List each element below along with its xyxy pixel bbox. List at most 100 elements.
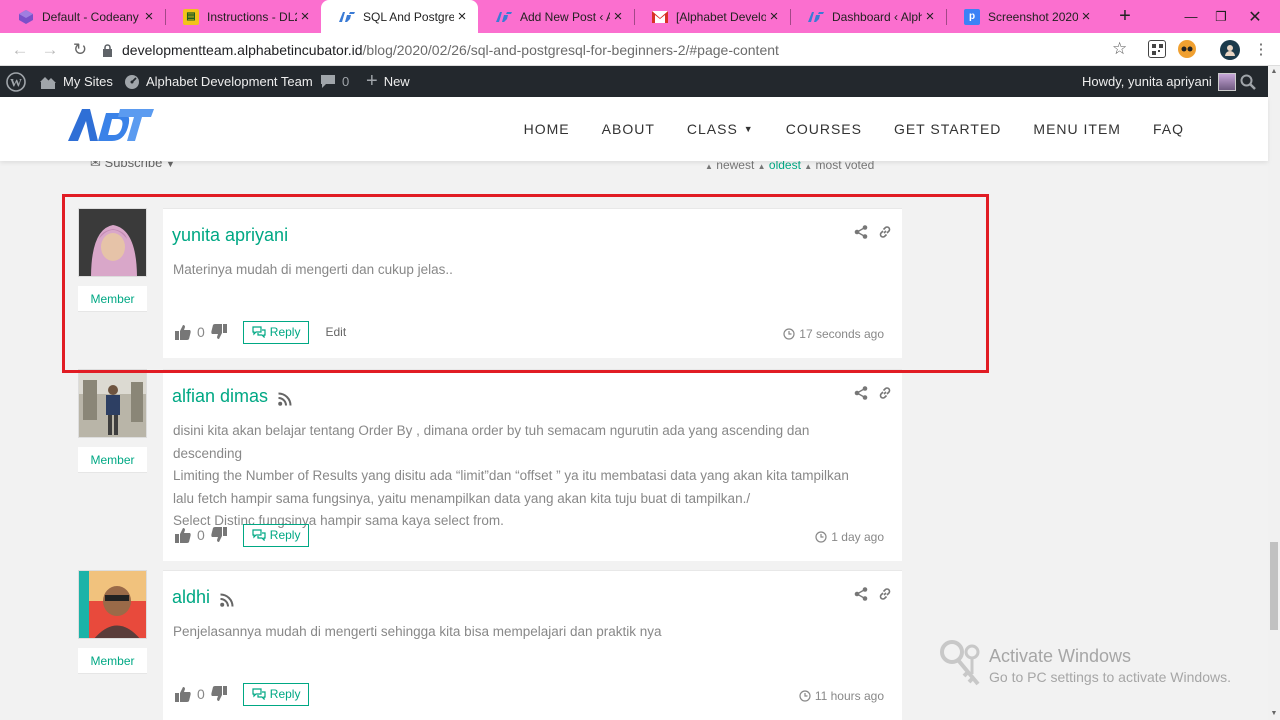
my-sites-menu[interactable]: My Sites xyxy=(39,66,113,97)
scroll-down-icon[interactable]: ▼ xyxy=(1268,708,1280,720)
new-label: New xyxy=(383,74,410,89)
nav-get-started[interactable]: GET STARTED xyxy=(894,121,1001,137)
reload-icon[interactable]: ↻ xyxy=(68,38,92,62)
key-icon xyxy=(938,640,984,688)
adt-icon xyxy=(808,9,824,25)
browser-tab[interactable]: p Screenshot 202003 × xyxy=(946,0,1102,33)
time-label[interactable]: 17 seconds ago xyxy=(799,327,884,341)
time-label[interactable]: 1 day ago xyxy=(831,530,884,544)
share-icon[interactable] xyxy=(854,386,868,400)
tab-label: Add New Post ‹ Alp xyxy=(520,9,610,24)
comment-text: Materinya mudah di mengerti dan cukup je… xyxy=(173,259,873,282)
thumbs-down-icon[interactable] xyxy=(211,527,227,543)
comment-author-column: Member xyxy=(78,208,147,312)
scroll-thumb[interactable] xyxy=(1270,542,1278,630)
bookmark-star-icon[interactable]: ☆ xyxy=(1112,39,1127,59)
share-icon[interactable] xyxy=(854,225,868,239)
author-name[interactable]: aldhi xyxy=(172,587,210,608)
avatar[interactable] xyxy=(78,570,147,639)
edit-link[interactable]: Edit xyxy=(325,325,346,339)
reply-button[interactable]: Reply xyxy=(242,523,310,547)
avatar[interactable] xyxy=(78,369,147,438)
browser-tab-active[interactable]: SQL And PostgreSQ × xyxy=(321,0,478,33)
chat-bubbles-icon xyxy=(252,688,266,700)
browser-tab[interactable]: Dashboard ‹ Alphal × xyxy=(790,0,946,33)
sort-oldest[interactable]: oldest xyxy=(769,161,801,172)
scroll-up-icon[interactable]: ▲ xyxy=(1268,66,1280,78)
restore-icon[interactable]: ❐ xyxy=(1206,0,1236,33)
nav-home[interactable]: HOME xyxy=(524,121,570,137)
close-icon[interactable]: × xyxy=(1078,8,1094,25)
svg-text:W: W xyxy=(10,75,22,89)
nav-courses[interactable]: COURSES xyxy=(786,121,862,137)
address-bar[interactable]: developmentteam.alphabetincubator.id/blo… xyxy=(100,37,1142,63)
subscribe-dropdown[interactable]: ✉ Subscribe ▼ xyxy=(90,161,175,171)
thumbs-up-icon[interactable] xyxy=(175,686,191,702)
avatar[interactable] xyxy=(78,208,147,277)
subscribe-label: Subscribe xyxy=(104,161,163,170)
link-icon[interactable] xyxy=(878,386,892,400)
profile-avatar-icon[interactable] xyxy=(1220,40,1240,60)
browser-menu-icon[interactable]: ⋮ xyxy=(1252,40,1270,58)
minimize-icon[interactable]: — xyxy=(1176,0,1206,33)
main-nav: HOME ABOUT CLASS ▼ COURSES GET STARTED ME… xyxy=(492,97,1184,161)
author-name[interactable]: alfian dimas xyxy=(172,386,268,407)
link-icon[interactable] xyxy=(878,587,892,601)
nav-faq[interactable]: FAQ xyxy=(1153,121,1184,137)
new-content-menu[interactable]: + New xyxy=(366,66,410,97)
reply-button[interactable]: Reply xyxy=(242,320,310,344)
vote-count: 0 xyxy=(197,527,205,543)
wordpress-logo-icon[interactable]: W xyxy=(6,66,26,97)
browser-tab[interactable]: ▤ Instructions - DL20 × xyxy=(165,0,321,33)
thumbs-down-icon[interactable] xyxy=(211,324,227,340)
close-icon[interactable]: × xyxy=(766,8,782,25)
forward-icon[interactable]: → xyxy=(38,38,62,62)
codeanywhere-icon xyxy=(18,9,34,25)
close-icon[interactable]: × xyxy=(141,8,157,25)
thumbs-up-icon[interactable] xyxy=(175,324,191,340)
browser-tab[interactable]: Default - Codeany × xyxy=(0,0,165,33)
member-badge: Member xyxy=(78,447,147,473)
browser-tab[interactable]: [Alphabet Develop × xyxy=(634,0,790,33)
adt-icon xyxy=(339,9,355,25)
thumbs-down-icon[interactable] xyxy=(211,686,227,702)
nav-about[interactable]: ABOUT xyxy=(602,121,655,137)
comment-card: alfian dimas disini kita akan belajar te… xyxy=(163,369,902,561)
envelope-icon: ✉ xyxy=(90,161,101,170)
close-icon[interactable]: × xyxy=(610,8,626,25)
close-icon[interactable]: × xyxy=(454,8,470,25)
extension-owl-icon[interactable] xyxy=(1178,40,1196,58)
author-name[interactable]: yunita apriyani xyxy=(172,225,288,246)
my-sites-label: My Sites xyxy=(63,74,113,89)
close-icon[interactable]: × xyxy=(922,8,938,25)
page-scrollbar[interactable]: ▲ ▼ xyxy=(1268,66,1280,720)
clock-icon xyxy=(783,328,795,340)
site-name-menu[interactable]: Alphabet Development Team xyxy=(124,66,313,97)
share-icon[interactable] xyxy=(854,587,868,601)
link-icon[interactable] xyxy=(878,225,892,239)
site-logo[interactable] xyxy=(68,107,154,143)
tab-label: Default - Codeany xyxy=(42,9,139,24)
window-close-icon[interactable]: ✕ xyxy=(1240,0,1270,33)
sort-newest[interactable]: newest xyxy=(716,161,754,172)
time-label[interactable]: 11 hours ago xyxy=(815,689,884,703)
reply-button[interactable]: Reply xyxy=(242,682,310,706)
comment-actions xyxy=(844,386,892,400)
close-icon[interactable]: × xyxy=(297,8,313,25)
tab-label: Instructions - DL20 xyxy=(207,9,297,24)
rss-icon[interactable] xyxy=(278,390,292,406)
new-tab-button[interactable]: + xyxy=(1113,4,1137,28)
account-menu[interactable]: Howdy, yunita apriyani xyxy=(1082,66,1236,97)
search-icon[interactable] xyxy=(1240,66,1256,97)
browser-tab[interactable]: Add New Post ‹ Alp × xyxy=(478,0,634,33)
comment-time: 1 day ago xyxy=(815,530,884,544)
extension-qr-icon[interactable] xyxy=(1148,40,1166,58)
nav-class[interactable]: CLASS ▼ xyxy=(687,121,754,137)
thumbs-up-icon[interactable] xyxy=(175,527,191,543)
rss-icon[interactable] xyxy=(220,591,234,607)
sort-most-voted[interactable]: most voted xyxy=(816,161,875,172)
back-icon[interactable]: ← xyxy=(8,38,32,62)
comment-text: Penjelasannya mudah di mengerti sehingga… xyxy=(173,621,873,644)
nav-menu-item[interactable]: MENU ITEM xyxy=(1033,121,1121,137)
comments-menu[interactable]: 0 xyxy=(320,66,349,97)
